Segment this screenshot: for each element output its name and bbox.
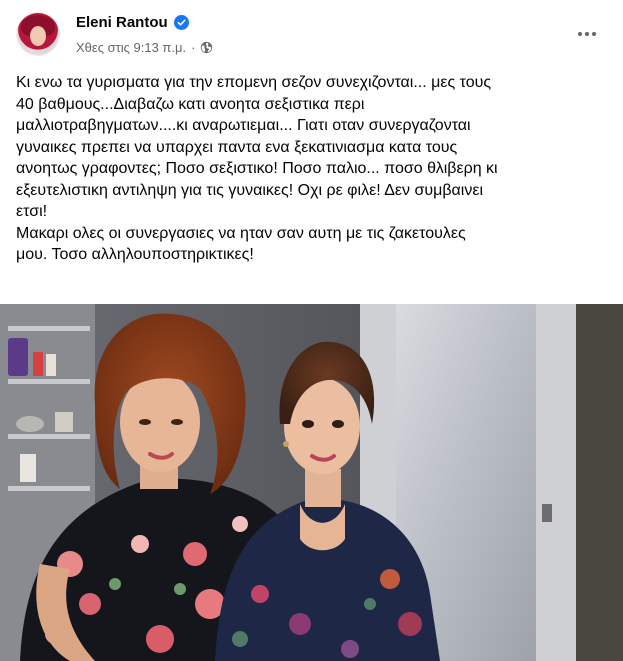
post-meta: Χθες στις 9:13 π.μ. · (76, 40, 213, 55)
post-text-line: εξευτελιστικη αντιληψη για τις γυναικες!… (16, 181, 484, 199)
post-text-line: Κι ενω τα γυρισματα για την επομενη σεζο… (16, 74, 492, 91)
post-text-line: ετσι! (16, 203, 48, 220)
post-header: Eleni Rantou Χθες στις 9:13 π.μ. · (0, 0, 623, 72)
avatar-face (30, 26, 46, 46)
post-photo[interactable] (0, 304, 623, 661)
checkmark-icon (177, 19, 186, 26)
author-name-row: Eleni Rantou (76, 14, 189, 31)
post-timestamp[interactable]: Χθες στις 9:13 π.μ. (76, 40, 186, 55)
meta-separator: · (191, 40, 196, 55)
post-text-line: μαλλιοτραβηγματων....κι αναρωτιεμαι... Γ… (16, 117, 471, 134)
more-options-icon (585, 32, 589, 36)
post-text-line: Μακαρι ολες οι συνεργασιες να ηταν σαν α… (16, 224, 466, 242)
post-text-line: γυναικες πρεπει να υπαρχει παντα ενα ξεκ… (16, 138, 458, 156)
post-text-line: μου. Τοσο αλληλουποστηρικτικες! (16, 246, 254, 263)
verified-badge-icon (173, 15, 189, 30)
author-name[interactable]: Eleni Rantou (76, 14, 168, 31)
more-options-button[interactable] (569, 22, 605, 46)
post-text-line: ανοητως γραφοντες; Ποσο σεξιστικο! Ποσο … (16, 160, 498, 177)
post-text: Κι ενω τα γυρισματα για την επομενη σεζο… (16, 72, 610, 266)
photo-two-women-illustration (0, 304, 623, 661)
more-options-icon (592, 32, 596, 36)
more-options-icon (578, 32, 582, 36)
globe-icon[interactable] (200, 41, 213, 54)
post-text-line: 40 βαθμους...Διαβαζω κατι ανοητα σεξιστι… (16, 95, 365, 113)
facebook-post: Eleni Rantou Χθες στις 9:13 π.μ. · Κι εν… (0, 0, 623, 661)
author-avatar[interactable] (17, 13, 59, 55)
